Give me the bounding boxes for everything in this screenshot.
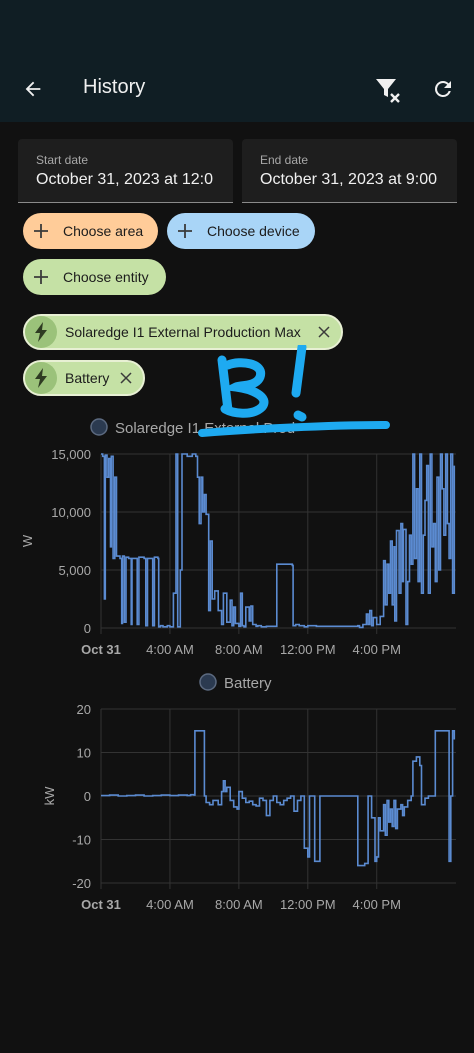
flash-icon — [25, 316, 57, 348]
y-tick-label: 5,000 — [58, 563, 91, 578]
start-date-label: Start date — [36, 153, 89, 167]
start-date-value: October 31, 2023 at 12:0 — [36, 171, 214, 188]
choose-device-button[interactable]: Choose device — [167, 213, 315, 249]
x-tick-label: Oct 31 — [81, 642, 121, 657]
plus-icon — [31, 221, 51, 241]
app-bar: History — [0, 56, 474, 122]
refresh-button[interactable] — [428, 74, 458, 104]
x-tick-label: 4:00 PM — [353, 642, 401, 657]
x-tick-label: 4:00 AM — [146, 897, 194, 912]
choose-device-label: Choose device — [207, 223, 300, 239]
series-line — [101, 730, 456, 867]
x-tick-label: 4:00 PM — [353, 897, 401, 912]
choose-area-button[interactable]: Choose area — [23, 213, 158, 249]
legend-label: Battery — [224, 675, 272, 692]
entity-chip-battery[interactable]: Battery — [23, 360, 145, 396]
arrow-left-icon — [25, 81, 41, 97]
y-tick-label: 10 — [77, 746, 91, 761]
back-button[interactable] — [18, 74, 48, 104]
legend-marker — [199, 673, 217, 691]
x-tick-label: 8:00 AM — [215, 642, 263, 657]
x-tick-label: 8:00 AM — [215, 897, 263, 912]
start-date-field[interactable]: Start date October 31, 2023 at 12:0 — [18, 139, 233, 203]
filter-remove-icon — [376, 79, 400, 103]
y-axis-label: W — [20, 534, 35, 547]
battery-chart[interactable]: Battery 20 10 0 -10 -20 Oct 31 4:00 AM 8:00 AM 12… — [0, 666, 474, 926]
x-tick-label: 4:00 AM — [146, 642, 194, 657]
plus-icon — [31, 267, 51, 287]
plus-icon — [175, 221, 195, 241]
legend-label: Solaredge I1 External Prod — [115, 420, 295, 437]
y-tick-label: 0 — [84, 789, 91, 804]
y-tick-label: 10,000 — [51, 505, 91, 520]
choose-entity-button[interactable]: Choose entity — [23, 259, 166, 295]
close-icon[interactable] — [315, 323, 333, 341]
x-tick-label: 12:00 PM — [280, 897, 336, 912]
y-tick-label: 20 — [77, 702, 91, 717]
end-date-label: End date — [260, 153, 309, 167]
x-tick-label: Oct 31 — [81, 897, 121, 912]
choose-area-label: Choose area — [63, 223, 144, 239]
y-tick-label: -20 — [72, 876, 91, 891]
flash-icon — [25, 362, 57, 394]
entity-chip-label: Battery — [65, 370, 110, 386]
legend-marker — [90, 418, 108, 436]
y-tick-label: -10 — [72, 833, 91, 848]
refresh-icon — [435, 81, 451, 97]
page-title: History — [83, 76, 146, 98]
entity-chip-solaredge[interactable]: Solaredge I1 External Production Max — [23, 314, 343, 350]
production-chart[interactable]: Solaredge I1 External Prod 15,000 10,000 5,… — [0, 412, 474, 672]
end-date-value: October 31, 2023 at 9:00 — [260, 171, 438, 188]
series-line — [101, 453, 456, 629]
entity-chip-label: Solaredge I1 External Production Max — [65, 324, 301, 340]
y-tick-label: 0 — [84, 621, 91, 636]
y-tick-label: 15,000 — [51, 447, 91, 462]
y-axis-label: kW — [42, 786, 57, 806]
choose-entity-label: Choose entity — [63, 269, 149, 285]
chart-legend: Solaredge I1 External Prod — [90, 418, 295, 437]
close-icon[interactable] — [117, 369, 135, 387]
status-bar — [0, 0, 474, 56]
chart-legend: Battery — [199, 673, 272, 692]
clear-filter-button[interactable] — [372, 74, 404, 106]
x-tick-label: 12:00 PM — [280, 642, 336, 657]
end-date-field[interactable]: End date October 31, 2023 at 9:00 — [242, 139, 457, 203]
